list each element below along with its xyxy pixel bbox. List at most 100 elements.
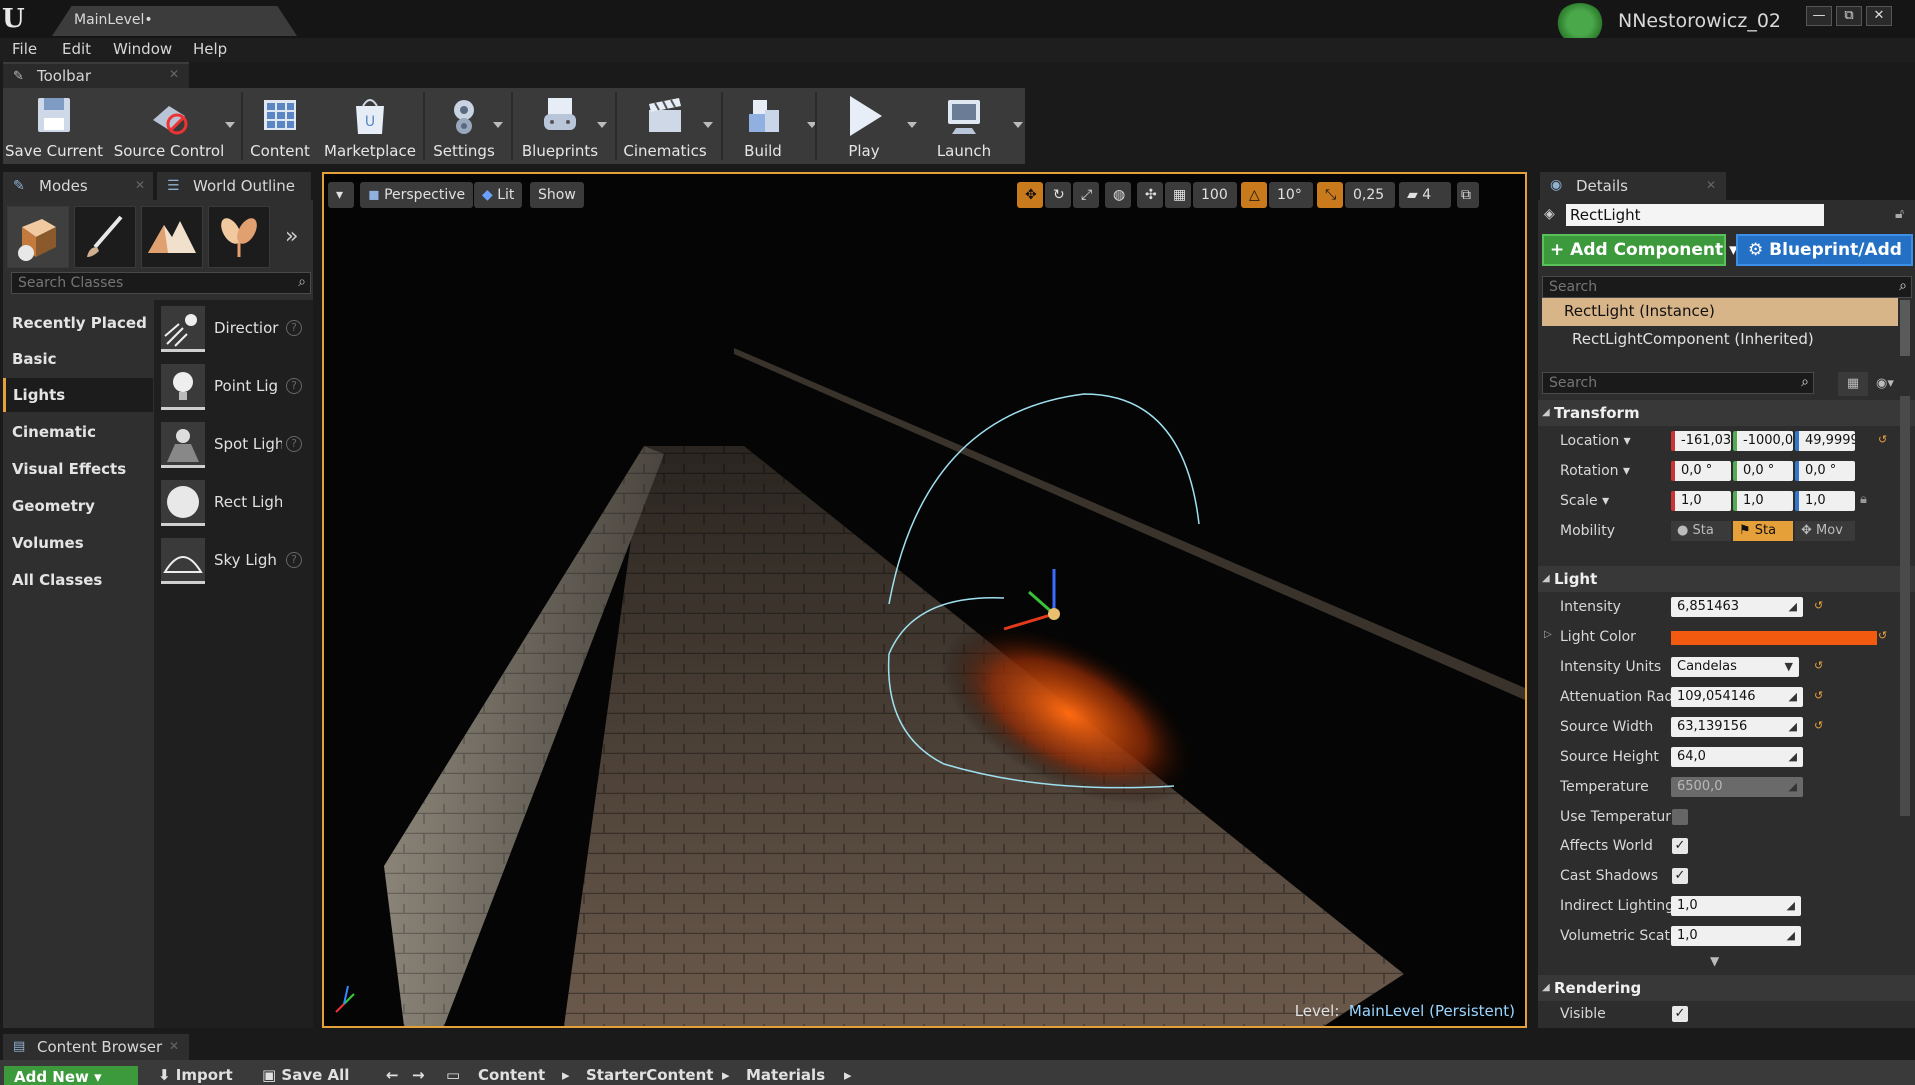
mode-paint[interactable] xyxy=(74,206,136,268)
launch-button[interactable]: Launch xyxy=(919,88,1023,164)
placeable-directional-light[interactable]: Directior ? xyxy=(154,304,313,358)
viewport-options-button[interactable]: ▾ xyxy=(328,182,354,208)
blueprints-button[interactable]: Blueprints xyxy=(515,88,607,164)
help-icon[interactable]: ? xyxy=(286,320,302,336)
location-y-field[interactable]: -1000,0 xyxy=(1733,431,1793,451)
cinematics-dropdown-icon[interactable] xyxy=(703,122,713,128)
cinematics-button[interactable]: Cinematics xyxy=(619,88,713,164)
category-lights[interactable]: Lights xyxy=(3,378,153,412)
more-modes-icon[interactable]: » xyxy=(285,224,298,249)
components-scrollbar[interactable] xyxy=(1900,300,1910,356)
reset-icon[interactable]: ↺ xyxy=(1814,659,1823,672)
section-rendering[interactable]: ◢ Rendering xyxy=(1538,975,1915,1001)
forward-icon[interactable]: → xyxy=(412,1066,425,1084)
component-search-input[interactable] xyxy=(1543,277,1875,297)
component-rectlight-inherited[interactable]: RectLightComponent (Inherited) xyxy=(1542,326,1898,354)
property-matrix-icon[interactable]: ▦ xyxy=(1838,372,1868,396)
scale-lock-icon[interactable]: 🔒︎ xyxy=(1860,492,1867,507)
close-content-browser-icon[interactable]: ✕ xyxy=(169,1039,179,1053)
category-recently-placed[interactable]: Recently Placed xyxy=(3,306,153,340)
category-all-classes[interactable]: All Classes xyxy=(3,563,153,597)
scale-z-field[interactable]: 1,0 xyxy=(1795,491,1855,511)
scale-snap-icon[interactable]: ⤡ xyxy=(1317,182,1343,208)
visibility-eye-icon[interactable]: ◉▾ xyxy=(1876,372,1912,396)
details-search-input[interactable] xyxy=(1543,373,1786,393)
scale-snap-value[interactable]: 0,25 xyxy=(1345,182,1395,208)
play-dropdown-icon[interactable] xyxy=(907,122,917,128)
tab-details[interactable]: ◉ Details ✕ xyxy=(1540,172,1726,200)
placeable-rect-light[interactable]: Rect Light xyxy=(154,478,313,532)
cast-shadows-checkbox[interactable]: ✓ xyxy=(1672,868,1688,884)
category-basic[interactable]: Basic xyxy=(3,342,153,376)
minimize-button[interactable]: — xyxy=(1806,6,1832,26)
indirect-lighting-field[interactable]: 1,0 ◢ xyxy=(1671,896,1801,916)
add-new-button[interactable]: Add New ▾ xyxy=(4,1066,138,1085)
category-geometry[interactable]: Geometry xyxy=(3,489,153,523)
search-classes-field[interactable]: ⌕ xyxy=(11,272,311,294)
volumetric-scattering-field[interactable]: 1,0 ◢ xyxy=(1671,926,1801,946)
location-x-field[interactable]: -161,03 xyxy=(1671,431,1731,451)
reset-icon[interactable]: ↺ xyxy=(1814,719,1823,732)
tab-modes[interactable]: ✎ Modes ✕ xyxy=(3,172,153,200)
visible-checkbox[interactable]: ✓ xyxy=(1672,1006,1688,1022)
intensity-field[interactable]: 6,851463 ◢ xyxy=(1671,597,1803,617)
close-tab-icon[interactable]: ✕ xyxy=(169,67,179,81)
scale-y-field[interactable]: 1,0 xyxy=(1733,491,1793,511)
launch-dropdown-icon[interactable] xyxy=(1013,122,1023,128)
rotate-tool-icon[interactable]: ↻ xyxy=(1045,182,1071,208)
help-icon[interactable]: ? xyxy=(286,552,302,568)
world-space-icon[interactable]: ◍ xyxy=(1105,182,1131,208)
show-button[interactable]: Show xyxy=(530,182,584,208)
expand-arrow-icon[interactable]: ▷ xyxy=(1544,629,1552,640)
component-rectlight-instance[interactable]: RectLight (Instance) xyxy=(1542,298,1898,326)
light-color-swatch[interactable] xyxy=(1671,631,1877,645)
attenuation-radius-field[interactable]: 109,054146 ◢ xyxy=(1671,687,1803,707)
blueprints-dropdown-icon[interactable] xyxy=(597,122,607,128)
scale-tool-icon[interactable]: ⤢ xyxy=(1073,182,1099,208)
grid-snap-icon[interactable]: ▦ xyxy=(1165,182,1191,208)
component-search-field[interactable]: ⌕ xyxy=(1542,276,1912,298)
expand-advanced-icon[interactable]: ▼ xyxy=(1710,954,1719,968)
perspective-button[interactable]: ◼ Perspective xyxy=(360,182,474,208)
rotation-z-field[interactable]: 0,0 ° xyxy=(1795,461,1855,481)
maximize-viewport-icon[interactable]: ⧉ xyxy=(1457,182,1479,208)
source-control-button[interactable]: Source Control xyxy=(109,88,235,164)
breadcrumb-content[interactable]: Content xyxy=(478,1066,545,1084)
details-scrollbar[interactable] xyxy=(1900,396,1910,816)
build-button[interactable]: Build xyxy=(725,88,817,164)
section-transform[interactable]: ◢ Transform xyxy=(1538,400,1915,426)
source-height-field[interactable]: 64,0 ◢ xyxy=(1671,747,1803,767)
scale-x-field[interactable]: 1,0 xyxy=(1671,491,1731,511)
breadcrumb-materials[interactable]: Materials xyxy=(746,1066,825,1084)
play-button[interactable]: Play xyxy=(819,88,917,164)
surface-snap-icon[interactable]: ✣ xyxy=(1137,182,1163,208)
close-button[interactable]: ✕ xyxy=(1866,6,1892,26)
level-viewport[interactable]: ▾ ◼ Perspective ◆ Lit Show ✥ ↻ ⤢ ◍ ✣ ▦ 1… xyxy=(322,172,1527,1028)
breadcrumb-startercontent[interactable]: StarterContent xyxy=(586,1066,713,1084)
menu-window[interactable]: Window xyxy=(113,40,172,58)
save-current-button[interactable]: Save Current xyxy=(3,88,105,164)
search-classes-input[interactable] xyxy=(12,273,282,293)
mobility-movable-button[interactable]: ✥ Mov xyxy=(1795,521,1855,541)
camera-speed-button[interactable]: ▰ 4 xyxy=(1399,182,1451,208)
rotation-snap-value[interactable]: 10° xyxy=(1269,182,1313,208)
mobility-static-button[interactable]: ● Sta xyxy=(1671,521,1731,541)
reset-icon[interactable]: ↺ xyxy=(1814,689,1823,702)
marketplace-button[interactable]: U Marketplace xyxy=(321,88,419,164)
menu-file[interactable]: File xyxy=(12,40,37,58)
blueprint-add-button[interactable]: ⚙ Blueprint/Add xyxy=(1736,234,1913,266)
rotation-x-field[interactable]: 0,0 ° xyxy=(1671,461,1731,481)
mode-landscape[interactable] xyxy=(141,206,203,268)
affects-world-checkbox[interactable]: ✓ xyxy=(1672,838,1688,854)
location-z-field[interactable]: 49,9999 xyxy=(1795,431,1855,451)
settings-button[interactable]: Settings xyxy=(427,88,503,164)
rotation-snap-icon[interactable]: △ xyxy=(1241,182,1267,208)
intensity-units-select[interactable]: Candelas ▼ xyxy=(1671,657,1799,677)
settings-dropdown-icon[interactable] xyxy=(493,122,503,128)
category-visual-effects[interactable]: Visual Effects xyxy=(3,452,153,486)
source-control-dropdown-icon[interactable] xyxy=(225,122,235,128)
maximize-button[interactable]: ⧉ xyxy=(1836,6,1862,26)
grid-snap-value[interactable]: 100 xyxy=(1193,182,1237,208)
viewport-scene[interactable] xyxy=(324,174,1525,1026)
close-modes-icon[interactable]: ✕ xyxy=(135,178,145,192)
